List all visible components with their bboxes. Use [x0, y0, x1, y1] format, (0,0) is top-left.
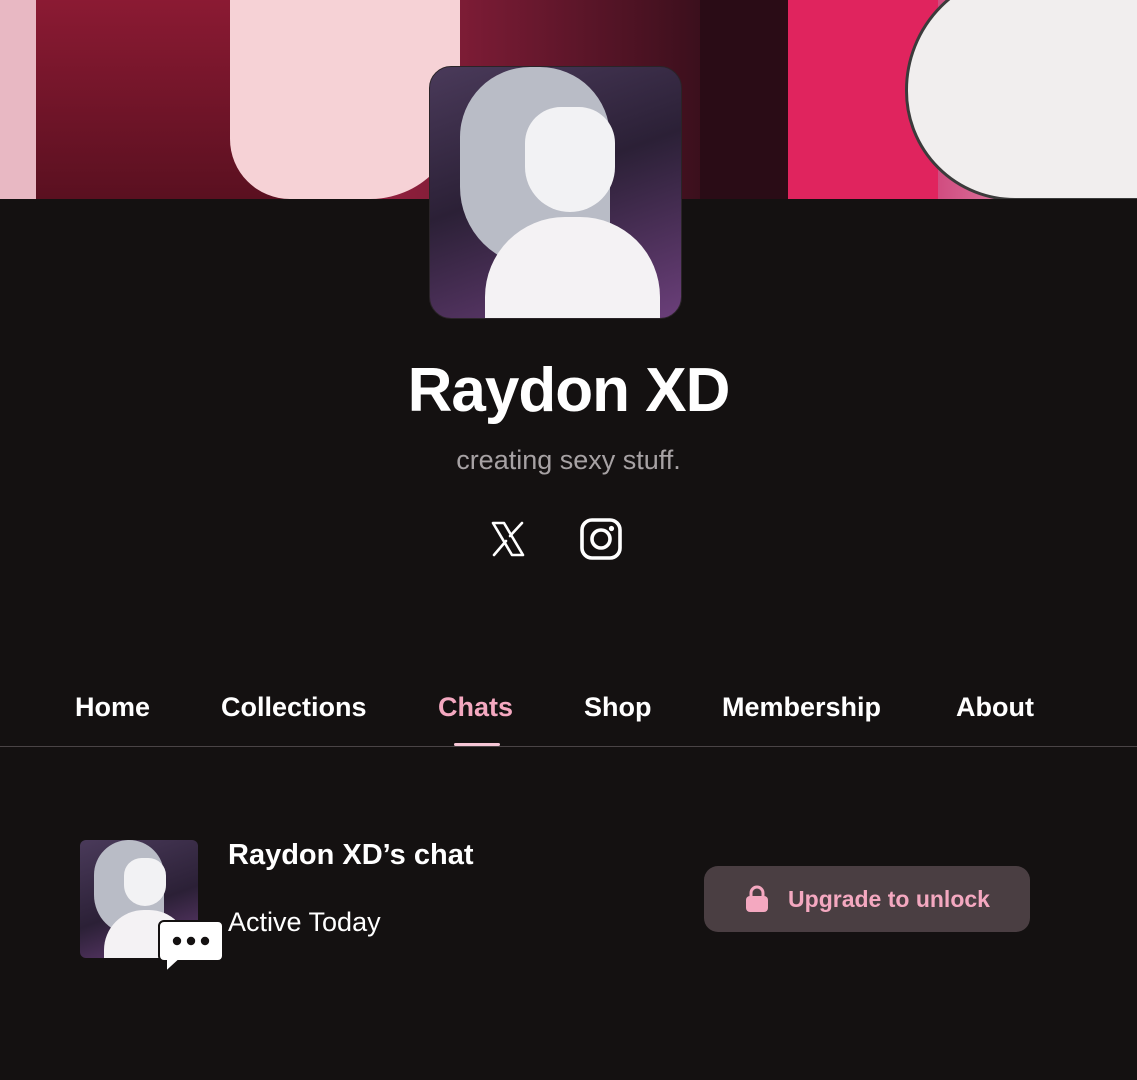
upgrade-button-label: Upgrade to unlock — [788, 885, 990, 912]
instagram-link[interactable] — [578, 516, 624, 562]
creator-name: Raydon XD — [407, 356, 731, 425]
instagram-icon — [580, 518, 622, 560]
creator-page: Raydon XD creating sexy stuff. Home Coll… — [0, 0, 1137, 1080]
chat-status: Active Today — [228, 907, 381, 937]
x-link[interactable] — [485, 516, 531, 562]
tab-chats[interactable]: Chats — [438, 690, 513, 724]
tab-about[interactable]: About — [956, 690, 1034, 724]
chat-list-item[interactable]: Raydon XD’s chat Active Today Upgrade to… — [80, 838, 1030, 978]
tabs-divider — [0, 746, 1137, 747]
upgrade-to-unlock-button[interactable]: Upgrade to unlock — [704, 866, 1030, 932]
x-logo-icon — [491, 521, 525, 557]
chat-title: Raydon XD’s chat — [228, 839, 474, 871]
chat-bubble-icon — [158, 920, 224, 974]
tab-home[interactable]: Home — [75, 690, 150, 724]
tab-shop[interactable]: Shop — [584, 690, 652, 724]
tab-collections[interactable]: Collections — [221, 690, 367, 724]
tab-membership[interactable]: Membership — [722, 690, 881, 724]
creator-tabs: Home Collections Chats Shop Membership A… — [0, 682, 1137, 746]
creator-avatar — [429, 66, 682, 319]
lock-icon — [746, 885, 769, 912]
creator-tagline: creating sexy stuff. — [456, 445, 681, 475]
